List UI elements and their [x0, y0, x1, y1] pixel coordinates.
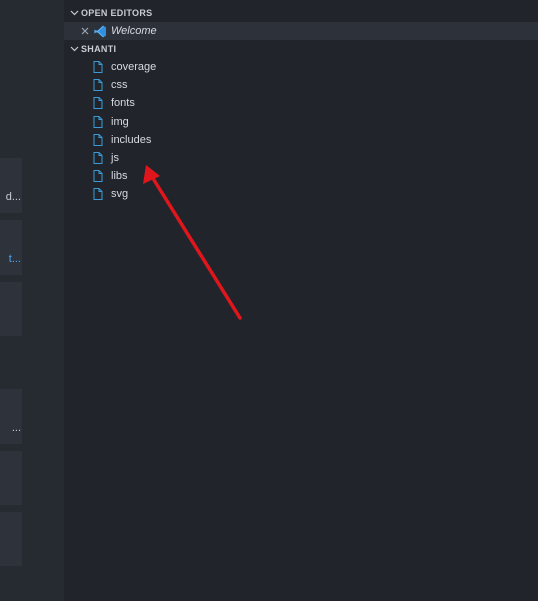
file-icon	[93, 133, 105, 147]
open-editors-header[interactable]: OPEN EDITORS	[64, 4, 538, 22]
tree-item-libs[interactable]: libs	[64, 167, 538, 185]
open-editor-label: Welcome	[111, 25, 157, 37]
left-card-2[interactable]: t...	[0, 220, 22, 275]
left-card-5[interactable]	[0, 451, 22, 505]
tree-item-label: fonts	[111, 97, 135, 109]
tree-item-fonts[interactable]: fonts	[64, 94, 538, 112]
open-editors-title: OPEN EDITORS	[81, 8, 153, 18]
file-icon	[93, 96, 105, 110]
left-card-4[interactable]: ...	[0, 389, 22, 444]
left-card-4-text: ...	[11, 422, 21, 434]
tree-item-label: svg	[111, 188, 129, 200]
left-card-1[interactable]: d...	[0, 158, 22, 213]
file-icon	[93, 151, 105, 165]
chevron-down-icon	[67, 10, 81, 16]
file-icon	[93, 115, 105, 129]
left-card-6[interactable]	[0, 512, 22, 566]
tree-item-img[interactable]: img	[64, 113, 538, 131]
folder-title: SHANTI	[81, 44, 117, 54]
close-icon[interactable]	[80, 27, 90, 35]
tree-item-svg[interactable]: svg	[64, 185, 538, 203]
tree-item-label: js	[111, 152, 119, 164]
chevron-down-icon	[67, 46, 81, 52]
left-card-1-text: d...	[5, 191, 21, 203]
left-card-2-text: t...	[8, 253, 21, 265]
tree-item-label: coverage	[111, 61, 157, 73]
tree-item-includes[interactable]: includes	[64, 131, 538, 149]
file-icon	[93, 169, 105, 183]
folder-header-shanti[interactable]: SHANTI	[64, 40, 538, 58]
explorer-sidebar: OPEN EDITORS Welcome SHANTI coverage css…	[64, 0, 538, 601]
left-panel: d... t... ...	[0, 0, 64, 601]
tree-item-js[interactable]: js	[64, 149, 538, 167]
tree-item-label: img	[111, 116, 129, 128]
tree-item-label: includes	[111, 134, 152, 146]
file-icon	[93, 78, 105, 92]
tree-item-coverage[interactable]: coverage	[64, 58, 538, 76]
tree-item-label: css	[111, 79, 128, 91]
tree-item-label: libs	[111, 170, 128, 182]
tree-item-css[interactable]: css	[64, 76, 538, 94]
open-editor-item-welcome[interactable]: Welcome	[64, 22, 538, 40]
vscode-icon	[93, 24, 107, 38]
file-icon	[93, 60, 105, 74]
file-icon	[93, 187, 105, 201]
left-card-3[interactable]	[0, 282, 22, 336]
